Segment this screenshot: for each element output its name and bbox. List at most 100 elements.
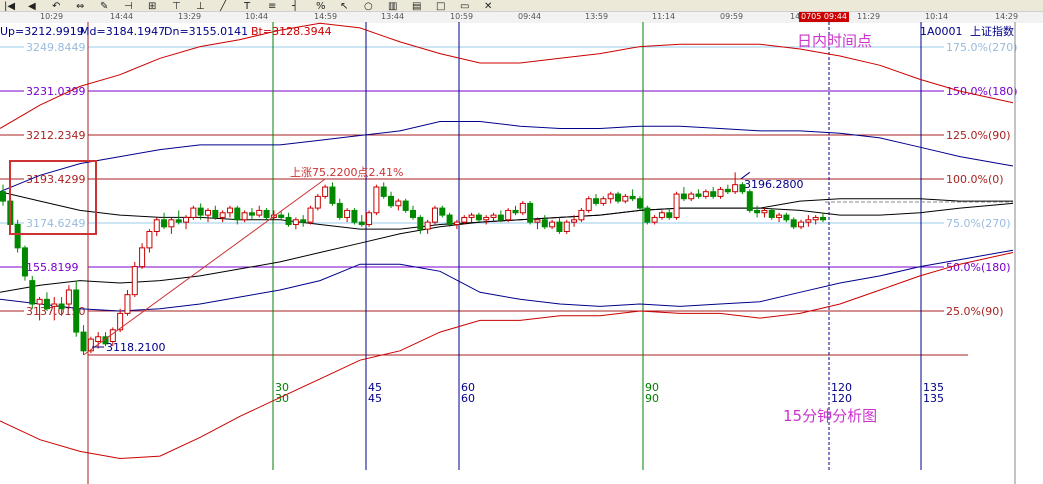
candle	[358, 215, 365, 227]
candle	[636, 196, 643, 211]
intraday-time-point-label: 日内时间点	[797, 32, 872, 50]
candle	[241, 210, 248, 223]
candle	[351, 208, 358, 225]
candle	[263, 208, 270, 220]
candle	[673, 191, 680, 220]
candle	[285, 212, 292, 227]
candle	[431, 205, 438, 225]
candle	[783, 212, 790, 223]
fib-level-pct: 25.0%(90)	[946, 305, 1004, 318]
candle	[124, 289, 131, 316]
time-count-label: 45	[368, 392, 382, 405]
candle	[710, 187, 717, 199]
candle	[380, 182, 387, 199]
candle	[607, 191, 614, 204]
fib-level-pct: 75.0%(270)	[946, 217, 1011, 230]
candle	[717, 187, 724, 199]
high-label: 3196.2800	[744, 178, 804, 191]
candle	[666, 208, 673, 220]
candle	[600, 196, 607, 206]
candle	[695, 189, 702, 199]
candle	[329, 182, 336, 206]
fib-level-price: 3231.0399	[26, 85, 86, 98]
candle	[761, 208, 768, 218]
candle	[622, 194, 629, 204]
candle	[505, 208, 512, 223]
candle	[732, 172, 739, 195]
candle	[410, 205, 416, 220]
candle	[563, 219, 570, 234]
annotations: 上涨75.2200点2.41% 3118.2100 3196.2800	[83, 166, 1013, 356]
candle	[395, 198, 402, 211]
candle	[527, 201, 534, 225]
fib-level-price: 3212.2349	[26, 129, 86, 142]
candle	[373, 184, 380, 216]
candle	[388, 191, 395, 209]
candle	[790, 217, 797, 230]
kline-chart[interactable]: 3249.8449 175.0%(270)3231.0399 150.0%(180)…	[0, 0, 1043, 484]
fib-level-price: 155.8199	[26, 261, 79, 274]
analysis-title: 15分钟分析图	[783, 407, 877, 425]
fib-level-price: 3193.4299	[26, 173, 86, 186]
candle	[798, 219, 805, 230]
candle	[146, 229, 153, 253]
candle	[424, 219, 431, 234]
candle	[168, 217, 175, 234]
band-upper	[0, 121, 1014, 193]
index-name: 上证指数	[970, 24, 1014, 38]
fib-level-pct: 100.0%(0)	[946, 173, 1004, 186]
candle	[300, 215, 307, 227]
candle	[680, 187, 687, 202]
candle	[21, 245, 28, 281]
candle	[541, 215, 548, 230]
candle	[248, 208, 255, 220]
candle	[768, 208, 775, 220]
candle	[820, 212, 826, 223]
candle	[73, 280, 80, 337]
candle	[139, 243, 146, 269]
candle	[754, 205, 761, 218]
fib-level-pct: 175.0%(270)	[946, 41, 1018, 54]
candle	[702, 189, 709, 199]
candle	[746, 189, 753, 213]
candle	[402, 198, 409, 213]
candle	[688, 191, 695, 202]
candle	[43, 292, 50, 312]
candle	[256, 205, 263, 218]
candle	[212, 205, 219, 220]
index-code: 1A0001	[920, 25, 963, 38]
candle	[14, 219, 21, 253]
candle	[578, 208, 585, 223]
candle	[336, 198, 343, 220]
candle	[593, 194, 600, 206]
candle	[314, 194, 321, 211]
candle	[226, 205, 233, 218]
fib-level-pct: 50.0%(180)	[946, 261, 1011, 274]
candle	[585, 196, 592, 213]
time-count-label: 60	[461, 392, 475, 405]
time-count-label: 135	[923, 392, 944, 405]
candle	[153, 217, 160, 237]
candle	[292, 217, 299, 230]
candle	[519, 201, 526, 216]
time-count-label: 90	[645, 392, 659, 405]
fib-levels: 3249.8449 175.0%(270)3231.0399 150.0%(180)…	[0, 38, 1018, 356]
fib-level-price: 3174.6249	[26, 217, 86, 230]
candle	[161, 212, 168, 230]
fib-level-pct: 125.0%(90)	[946, 129, 1011, 142]
candle	[29, 275, 36, 309]
candle	[805, 215, 812, 227]
candle	[556, 217, 563, 234]
candle	[234, 205, 241, 225]
candle	[615, 191, 621, 204]
candle	[512, 205, 519, 216]
candle	[190, 205, 197, 220]
candle	[658, 210, 665, 220]
candle	[322, 184, 329, 199]
candle	[439, 205, 446, 218]
candle	[724, 184, 731, 195]
bt-value: Bt=3128.3944	[251, 25, 332, 38]
up-value: Up=3212.9919	[0, 25, 84, 38]
low-label: 3118.2100	[106, 341, 166, 354]
candle	[468, 212, 475, 223]
